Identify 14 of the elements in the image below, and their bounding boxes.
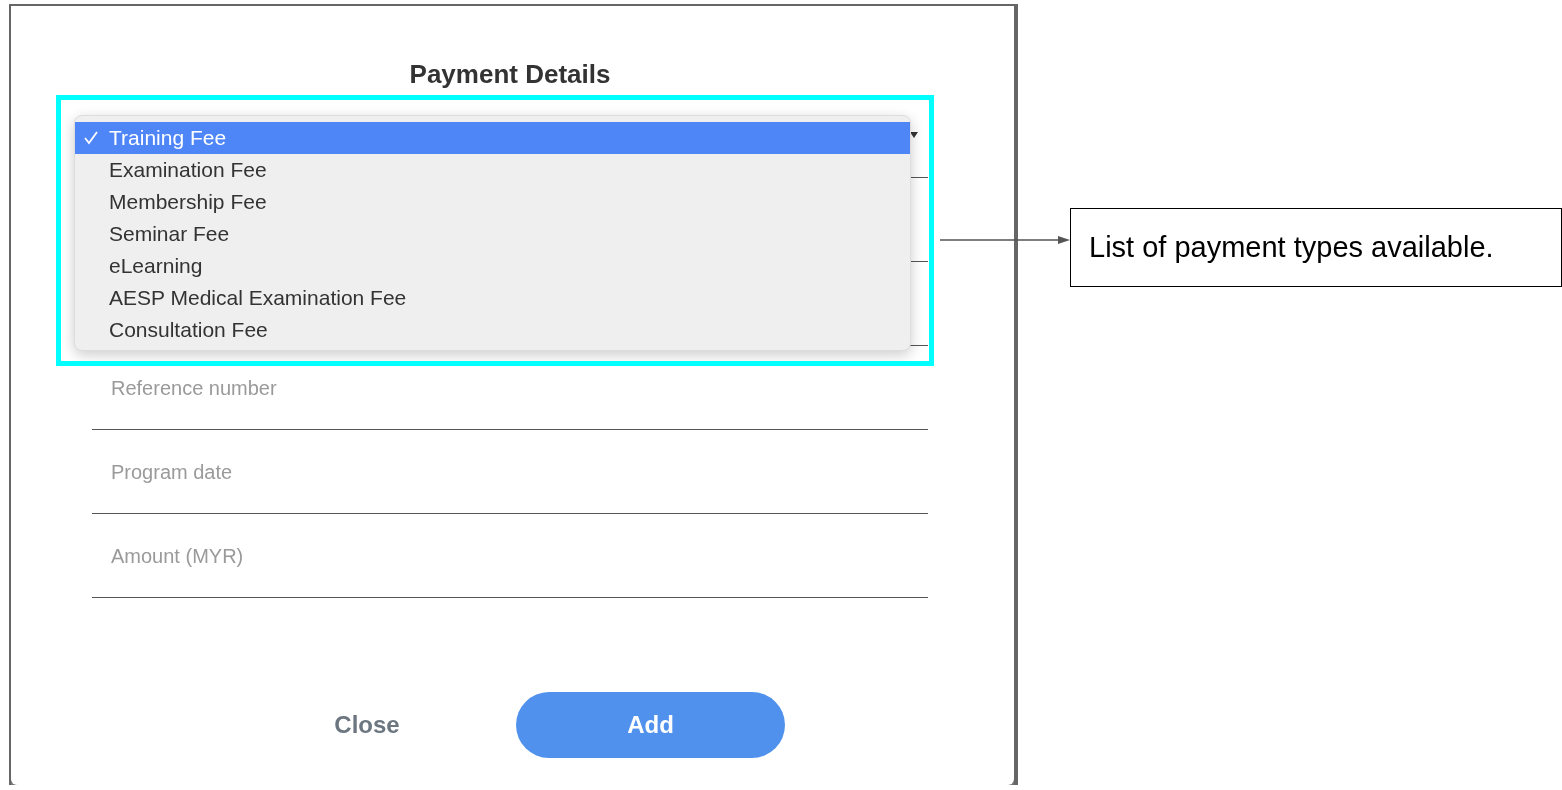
- input-field[interactable]: Amount (MYR): [92, 542, 711, 571]
- dialog-title: Payment Details: [408, 58, 612, 91]
- menu-item[interactable]: eLearning: [75, 250, 910, 282]
- menu-item[interactable]: Membership Fee: [75, 186, 910, 218]
- caret-icon: [910, 132, 918, 138]
- input-field[interactable]: Reference number: [92, 374, 711, 403]
- menu-item[interactable]: Consultation Fee: [75, 314, 910, 346]
- callout-note: List of payment types available.: [1070, 208, 1562, 287]
- menu-item[interactable]: Examination Fee: [75, 154, 910, 186]
- check-icon: [84, 131, 98, 145]
- input-field[interactable]: Program date: [92, 458, 711, 487]
- menu-item[interactable]: Seminar Fee: [75, 218, 910, 250]
- close-button[interactable]: Close: [307, 692, 427, 758]
- menu-item[interactable]: AESP Medical Examination Fee: [75, 282, 910, 314]
